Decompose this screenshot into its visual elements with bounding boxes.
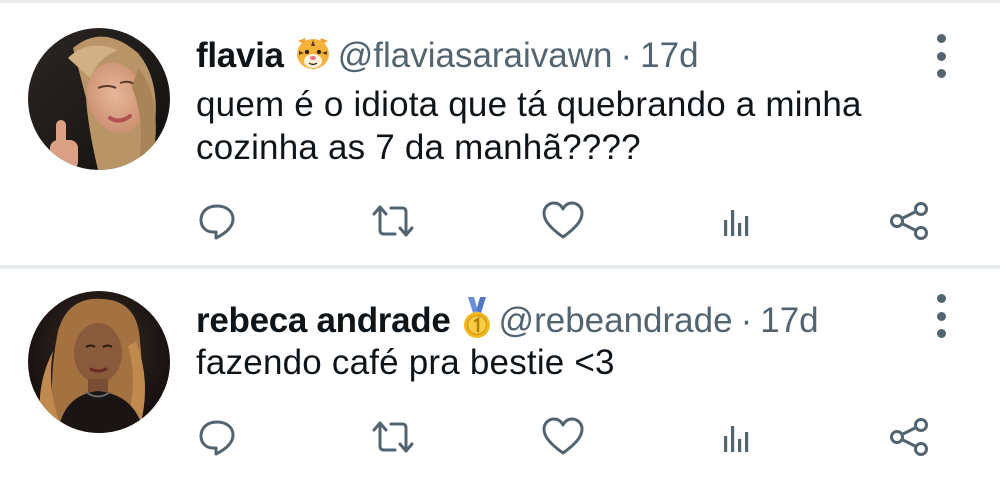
timestamp[interactable]: 17d (640, 36, 698, 75)
avatar[interactable] (28, 291, 170, 433)
user-handle[interactable]: @rebeandrade (499, 301, 733, 340)
share-icon[interactable] (886, 198, 932, 244)
user-handle[interactable]: @flaviasaraivawn (338, 36, 613, 75)
views-icon[interactable] (714, 198, 760, 244)
tweet-text-line: fazendo café pra bestie <3 (196, 343, 615, 382)
tweet-header: flavia @flaviasaraivawn · 17d (196, 35, 699, 80)
like-icon[interactable] (540, 414, 586, 460)
tweet-text-line: cozinha as 7 da manhã???? (196, 128, 641, 167)
tiger-face-emoji-icon (294, 35, 332, 80)
timestamp[interactable]: 17d (760, 301, 818, 340)
share-icon[interactable] (886, 414, 932, 460)
like-icon[interactable] (540, 198, 586, 244)
tweet-text: fazendo café pra bestie <3 (196, 341, 936, 384)
reply-icon[interactable] (194, 198, 240, 244)
avatar[interactable] (28, 28, 170, 170)
separator: · (740, 300, 753, 340)
display-name[interactable]: flavia (196, 36, 284, 75)
action-bar (0, 198, 1000, 244)
tweet[interactable]: rebeca andrade @rebeandrade · 17d fazendo … (0, 269, 1000, 486)
display-name[interactable]: rebeca andrade (196, 301, 451, 340)
retweet-icon[interactable] (370, 198, 416, 244)
tweet-text: quem é o idiota que tá quebrando a minha… (196, 83, 936, 169)
views-icon[interactable] (714, 414, 760, 460)
separator: · (620, 35, 633, 75)
more-options-icon[interactable] (932, 34, 950, 78)
reply-icon[interactable] (194, 414, 240, 460)
action-bar (0, 414, 1000, 460)
tweet-text-line: quem é o idiota que tá quebrando a minha (196, 85, 862, 124)
more-options-icon[interactable] (932, 294, 950, 338)
retweet-icon[interactable] (370, 414, 416, 460)
tweet[interactable]: flavia @flaviasaraivawn · 17d quem é o idi… (0, 3, 1000, 265)
